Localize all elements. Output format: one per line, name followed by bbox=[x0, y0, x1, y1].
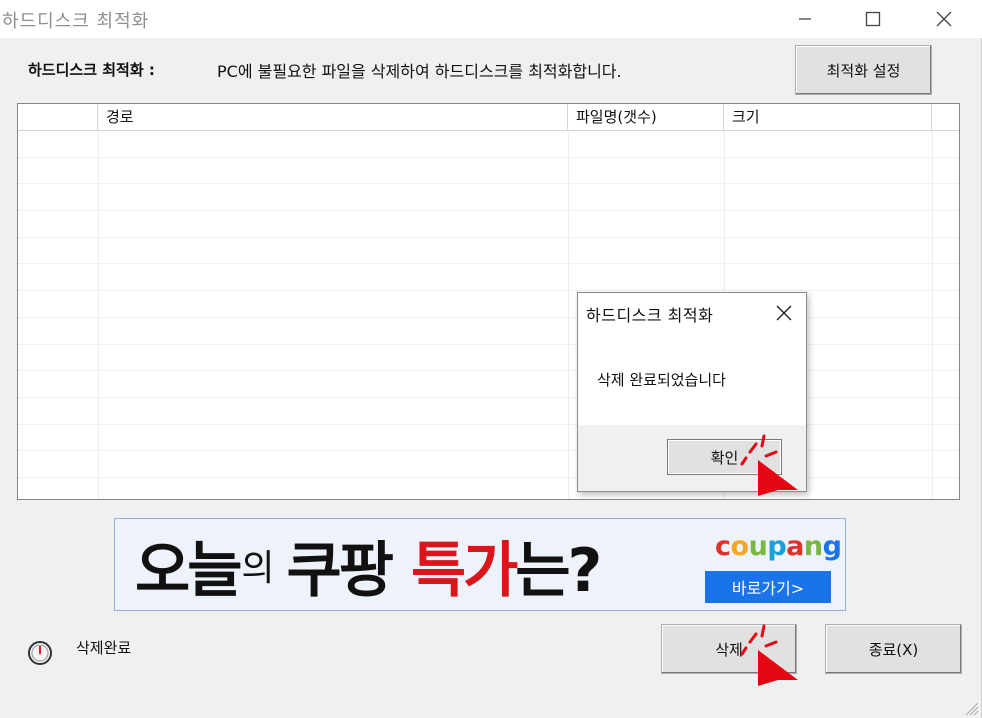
table-row[interactable] bbox=[18, 158, 959, 185]
status-text: 삭제완료 bbox=[76, 639, 132, 657]
exit-button[interactable]: 종료(X) bbox=[825, 624, 962, 674]
ad-headline-question: 는? bbox=[515, 535, 602, 606]
header-description: PC에 불필요한 파일을 삭제하여 하드디스크를 최적화합니다. bbox=[217, 62, 622, 81]
table-row[interactable] bbox=[18, 345, 959, 372]
table-row[interactable] bbox=[18, 184, 959, 212]
ad-headline-special: 특가 bbox=[410, 535, 518, 606]
close-button[interactable] bbox=[921, 0, 967, 38]
table-row[interactable] bbox=[18, 291, 959, 318]
ad-headline-today: 오늘 bbox=[135, 535, 242, 606]
window-title: 하드디스크 최적화 bbox=[2, 11, 150, 32]
minimize-button[interactable] bbox=[782, 0, 828, 38]
click-cursor-icon bbox=[740, 434, 798, 496]
coupang-ad-banner[interactable]: 오늘 의 쿠팡 특가 는? coupang 바로가기> bbox=[114, 518, 846, 611]
table-body bbox=[18, 131, 959, 478]
table-row[interactable] bbox=[18, 131, 959, 158]
table-row[interactable] bbox=[18, 211, 959, 238]
table-header: 경로 파일명(갯수) 크기 bbox=[18, 104, 959, 131]
dialog-close-button[interactable] bbox=[770, 301, 798, 325]
table-row[interactable] bbox=[18, 398, 959, 425]
ad-goto-button[interactable]: 바로가기> bbox=[705, 571, 831, 603]
maximize-icon bbox=[865, 11, 881, 27]
table-row[interactable] bbox=[18, 238, 959, 265]
maximize-button[interactable] bbox=[850, 0, 896, 38]
close-icon bbox=[776, 305, 792, 321]
table-row[interactable] bbox=[18, 371, 959, 398]
column-header-select[interactable] bbox=[18, 104, 98, 130]
coupang-logo: coupang bbox=[715, 531, 842, 562]
title-bar: 하드디스크 최적화 bbox=[0, 0, 982, 38]
column-header-extra[interactable] bbox=[932, 104, 959, 130]
click-cursor-icon bbox=[740, 624, 798, 686]
dialog-title: 하드디스크 최적화 bbox=[586, 306, 714, 325]
table-row[interactable] bbox=[18, 318, 959, 345]
resize-grip-icon[interactable] bbox=[963, 700, 979, 716]
dialog-message: 삭제 완료되었습니다 bbox=[597, 371, 726, 389]
file-list-table[interactable]: 경로 파일명(갯수) 크기 bbox=[17, 103, 960, 500]
table-row[interactable] bbox=[18, 425, 959, 452]
power-icon bbox=[28, 641, 52, 665]
ad-headline: 오늘 의 쿠팡 특가 는? bbox=[135, 527, 602, 606]
minimize-icon bbox=[799, 18, 811, 20]
column-header-size[interactable]: 크기 bbox=[724, 104, 932, 130]
column-header-path[interactable]: 경로 bbox=[98, 104, 568, 130]
optimize-settings-button[interactable]: 최적화 설정 bbox=[795, 45, 932, 95]
header-label: 하드디스크 최적화 : bbox=[28, 61, 155, 79]
app-window: 하드디스크 최적화 하드디스크 최적화 : PC에 불필요한 파일을 삭제하여 … bbox=[0, 0, 982, 718]
ad-headline-of: 의 bbox=[241, 548, 275, 589]
close-icon bbox=[936, 11, 952, 27]
table-row[interactable] bbox=[18, 451, 959, 478]
table-row[interactable] bbox=[18, 264, 959, 292]
ad-headline-coupang: 쿠팡 bbox=[286, 535, 394, 606]
column-header-filename[interactable]: 파일명(갯수) bbox=[568, 104, 724, 130]
